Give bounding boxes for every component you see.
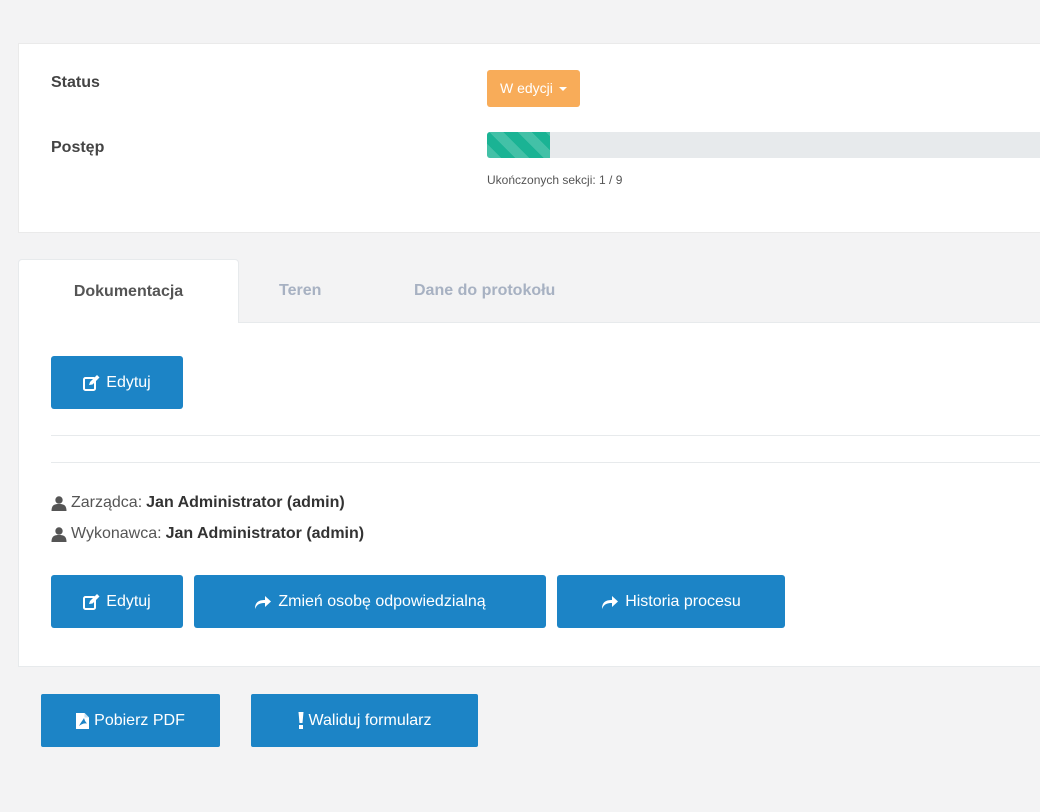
share-icon bbox=[254, 595, 272, 609]
divider bbox=[51, 435, 1040, 436]
status-value: W edycji bbox=[500, 80, 553, 96]
manager-label: Zarządca: bbox=[71, 494, 143, 511]
executor-label: Wykonawca: bbox=[71, 525, 162, 542]
edit-responsible-label: Edytuj bbox=[106, 592, 151, 610]
tab-teren[interactable]: Teren bbox=[279, 259, 321, 324]
process-history-button[interactable]: Historia procesu bbox=[557, 575, 785, 628]
tabs-bar: Dokumentacja Teren Dane do protokołu bbox=[18, 259, 1040, 324]
validate-form-button[interactable]: Waliduj formularz bbox=[251, 694, 478, 747]
manager-value: Jan Administrator (admin) bbox=[146, 494, 345, 511]
user-icon bbox=[51, 526, 67, 542]
process-history-label: Historia procesu bbox=[625, 592, 741, 610]
progress-bar bbox=[487, 132, 1040, 158]
edit-responsible-button[interactable]: Edytuj bbox=[51, 575, 183, 628]
status-dropdown[interactable]: W edycji bbox=[487, 70, 580, 107]
status-label: Status bbox=[51, 74, 100, 91]
change-responsible-label: Zmień osobę odpowiedzialną bbox=[278, 592, 486, 610]
change-responsible-button[interactable]: Zmień osobę odpowiedzialną bbox=[194, 575, 546, 628]
edit-icon bbox=[83, 374, 100, 391]
progress-text: Ukończonych sekcji: 1 / 9 bbox=[487, 173, 623, 187]
download-pdf-label: Pobierz PDF bbox=[94, 711, 185, 729]
user-icon bbox=[51, 495, 67, 511]
download-pdf-button[interactable]: Pobierz PDF bbox=[41, 694, 220, 747]
info-panel: Status W edycji Postęp Ukończonych sekcj… bbox=[18, 43, 1040, 233]
progress-fill bbox=[487, 132, 551, 158]
manager-row: Zarządca: Jan Administrator (admin) bbox=[51, 494, 345, 512]
tab-dane-do-protokolu[interactable]: Dane do protokołu bbox=[414, 259, 555, 324]
tab-dokumentacja[interactable]: Dokumentacja bbox=[18, 259, 239, 324]
edit-button-label: Edytuj bbox=[106, 373, 151, 391]
edit-button[interactable]: Edytuj bbox=[51, 356, 183, 409]
tab-content-panel: Edytuj Zarządca: Jan Administrator (admi… bbox=[18, 323, 1040, 667]
edit-icon bbox=[83, 593, 100, 610]
validate-form-label: Waliduj formularz bbox=[308, 711, 432, 729]
file-pdf-icon bbox=[76, 712, 90, 729]
divider bbox=[51, 462, 1040, 463]
caret-down-icon bbox=[558, 87, 567, 91]
exclamation-icon bbox=[298, 712, 304, 729]
executor-value: Jan Administrator (admin) bbox=[165, 525, 365, 542]
executor-row: Wykonawca: Jan Administrator (admin) bbox=[51, 525, 364, 543]
share-icon bbox=[601, 595, 619, 609]
progress-label: Postęp bbox=[51, 139, 105, 156]
